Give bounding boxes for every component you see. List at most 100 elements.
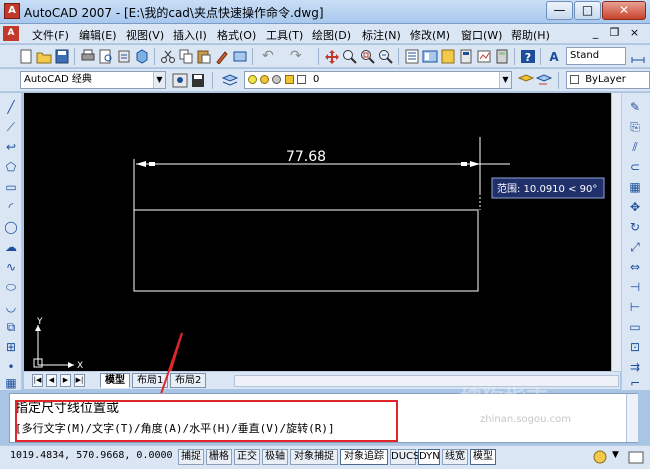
- ortho-toggle[interactable]: 正交: [234, 449, 260, 465]
- horizontal-scrollbar[interactable]: [234, 375, 619, 387]
- properties-icon[interactable]: [404, 49, 420, 64]
- layer-combo[interactable]: 0 ▼: [244, 71, 512, 89]
- communication-center-icon[interactable]: [592, 450, 608, 465]
- redo-icon[interactable]: ↷: [290, 49, 306, 64]
- text-style-icon[interactable]: A: [546, 49, 562, 64]
- print-icon[interactable]: [80, 49, 96, 64]
- break-icon[interactable]: ▭: [627, 319, 643, 335]
- paste-icon[interactable]: [196, 49, 212, 64]
- autocad-app-icon[interactable]: A: [4, 3, 20, 19]
- polygon-icon[interactable]: ⬠: [3, 159, 19, 175]
- minimize-button[interactable]: —: [546, 1, 573, 20]
- drawn-rectangle[interactable]: [133, 209, 479, 292]
- next-tab-button[interactable]: ▶: [60, 374, 71, 387]
- offset-icon[interactable]: ⊂: [627, 159, 643, 175]
- workspace-settings-icon[interactable]: [172, 73, 188, 88]
- polar-toggle[interactable]: 极轴: [262, 449, 288, 465]
- pan-icon[interactable]: [324, 49, 340, 64]
- circle-icon[interactable]: ◯: [3, 219, 19, 235]
- make-block-icon[interactable]: ⊞: [3, 339, 19, 355]
- mdi-minimize-button[interactable]: _: [588, 26, 603, 41]
- publish-icon[interactable]: [116, 49, 132, 64]
- first-tab-button[interactable]: |◀: [32, 374, 43, 387]
- line-icon[interactable]: ╱: [3, 99, 19, 115]
- make-object-layer-current-icon[interactable]: [518, 73, 534, 88]
- ellipse-icon[interactable]: ⬭: [3, 279, 19, 295]
- document-icon[interactable]: A: [3, 26, 19, 41]
- point-icon[interactable]: •: [3, 359, 19, 375]
- move-icon[interactable]: ✥: [627, 199, 643, 215]
- copy-icon[interactable]: [178, 49, 194, 64]
- layer-previous-icon[interactable]: [536, 73, 552, 88]
- markup-set-icon[interactable]: [476, 49, 492, 64]
- menu-help[interactable]: 帮助(H): [511, 27, 550, 43]
- polyline-icon[interactable]: ↩: [3, 139, 19, 155]
- tab-layout1[interactable]: 布局1: [132, 373, 169, 388]
- arc-icon[interactable]: ◜: [3, 199, 19, 215]
- tab-model[interactable]: 模型: [100, 373, 130, 388]
- fillet-icon[interactable]: ⌐: [627, 375, 643, 391]
- last-tab-button[interactable]: ▶|: [74, 374, 85, 387]
- workspace-combo[interactable]: AutoCAD 经典 ▼: [20, 71, 166, 89]
- clean-screen-icon[interactable]: [628, 450, 644, 465]
- menu-insert[interactable]: 插入(I): [173, 27, 207, 43]
- menu-window[interactable]: 窗口(W): [461, 27, 502, 43]
- otrack-toggle[interactable]: 对象追踪: [340, 449, 388, 465]
- zoom-realtime-icon[interactable]: [342, 49, 358, 64]
- dyn-toggle[interactable]: DYN: [418, 449, 440, 465]
- layer-manager-icon[interactable]: [222, 73, 238, 88]
- tab-layout2[interactable]: 布局2: [170, 373, 207, 388]
- text-style-combo[interactable]: Stand: [566, 47, 626, 65]
- vertical-scrollbar[interactable]: [611, 93, 621, 371]
- mdi-close-button[interactable]: ×: [627, 26, 642, 41]
- 3d-dwf-icon[interactable]: [134, 49, 150, 64]
- design-center-icon[interactable]: [422, 49, 438, 64]
- dimension-text[interactable]: 77.68: [286, 149, 326, 165]
- sheet-set-icon[interactable]: [458, 49, 474, 64]
- hatch-icon[interactable]: ▦: [3, 375, 19, 391]
- copy-object-icon[interactable]: ⎘: [627, 119, 643, 135]
- menu-file[interactable]: 文件(F): [32, 27, 69, 43]
- status-tray-menu-icon[interactable]: ▼: [612, 450, 619, 460]
- insert-block-icon[interactable]: ⧉: [3, 319, 19, 335]
- close-button[interactable]: ✕: [602, 1, 646, 20]
- block-editor-icon[interactable]: [232, 49, 248, 64]
- color-combo[interactable]: ByLayer: [566, 71, 650, 89]
- command-scrollbar[interactable]: [626, 394, 638, 442]
- ellipse-arc-icon[interactable]: ◡: [3, 299, 19, 315]
- menu-draw[interactable]: 绘图(D): [312, 27, 351, 43]
- scale-icon[interactable]: ⤢: [627, 239, 643, 255]
- coordinate-readout[interactable]: 1019.4834, 570.9668, 0.0000: [10, 450, 173, 461]
- new-file-icon[interactable]: [18, 49, 34, 64]
- mirror-icon[interactable]: ⫽: [627, 139, 643, 155]
- cut-icon[interactable]: [160, 49, 176, 64]
- tool-palettes-icon[interactable]: [440, 49, 456, 64]
- menu-view[interactable]: 视图(V): [126, 27, 164, 43]
- menu-dimension[interactable]: 标注(N): [362, 27, 401, 43]
- help-icon[interactable]: ?: [520, 49, 536, 64]
- rectangle-icon[interactable]: ▭: [3, 179, 19, 195]
- dimension-style-icon[interactable]: [630, 49, 646, 64]
- model-toggle[interactable]: 模型: [470, 449, 496, 465]
- osnap-toggle[interactable]: 对象捕捉: [290, 449, 338, 465]
- lineweight-toggle[interactable]: 线宽: [442, 449, 468, 465]
- menu-format[interactable]: 格式(O): [217, 27, 256, 43]
- menu-edit[interactable]: 编辑(E): [79, 27, 117, 43]
- rotate-icon[interactable]: ↻: [627, 219, 643, 235]
- zoom-previous-icon[interactable]: [378, 49, 394, 64]
- workspace-save-icon[interactable]: [190, 73, 206, 88]
- join-icon[interactable]: ⊡: [627, 339, 643, 355]
- open-file-icon[interactable]: [36, 49, 52, 64]
- construction-line-icon[interactable]: ⟋: [3, 119, 19, 135]
- save-icon[interactable]: [54, 49, 70, 64]
- extend-icon[interactable]: ⊢: [627, 299, 643, 315]
- previous-tab-button[interactable]: ◀: [46, 374, 57, 387]
- grid-toggle[interactable]: 栅格: [206, 449, 232, 465]
- chamfer-icon[interactable]: ⇉: [627, 359, 643, 375]
- revision-cloud-icon[interactable]: ☁: [3, 239, 19, 255]
- menu-tools[interactable]: 工具(T): [266, 27, 303, 43]
- stretch-icon[interactable]: ⇔: [627, 259, 643, 275]
- snap-toggle[interactable]: 捕捉: [178, 449, 204, 465]
- array-icon[interactable]: ▦: [627, 179, 643, 195]
- menu-modify[interactable]: 修改(M): [410, 27, 450, 43]
